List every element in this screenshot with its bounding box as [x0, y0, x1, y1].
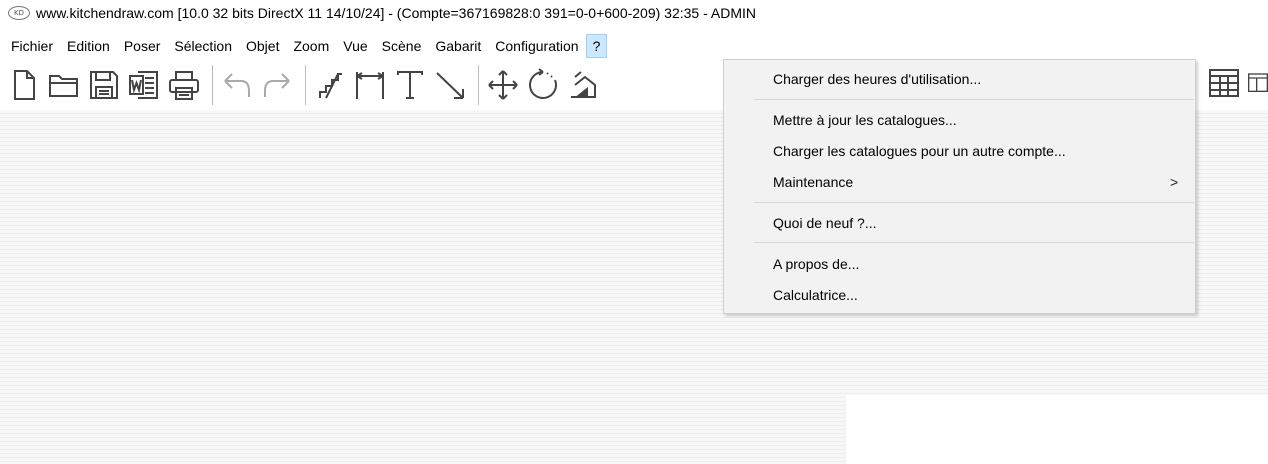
- panel-icon[interactable]: [1246, 62, 1268, 102]
- menu-item-maintenance[interactable]: Maintenance: [773, 174, 853, 190]
- menu-item-update-catalogs[interactable]: Mettre à jour les catalogues...: [773, 112, 957, 128]
- help-dropdown-menu: Charger des heures d'utilisation... Mett…: [723, 59, 1196, 314]
- redo-icon[interactable]: [259, 65, 295, 105]
- menu-selection[interactable]: Sélection: [167, 34, 239, 58]
- text-icon[interactable]: [392, 65, 428, 105]
- toolbar-separator: [212, 65, 213, 105]
- toolbar-separator: [478, 65, 479, 105]
- save-icon[interactable]: [86, 65, 122, 105]
- menu-edition[interactable]: Edition: [60, 34, 117, 58]
- menu-item-load-usage-hours[interactable]: Charger des heures d'utilisation...: [773, 71, 981, 87]
- menu-help[interactable]: ?: [585, 34, 608, 58]
- menu-fichier[interactable]: Fichier: [4, 34, 60, 58]
- menu-poser[interactable]: Poser: [117, 34, 168, 58]
- move-icon[interactable]: [485, 65, 521, 105]
- elevation-icon[interactable]: [565, 65, 601, 105]
- toolbar-separator: [305, 65, 306, 105]
- stairs-icon[interactable]: [312, 65, 348, 105]
- menu-separator: [754, 99, 1194, 100]
- right-toolbar: [1206, 62, 1268, 102]
- menu-vue[interactable]: Vue: [336, 34, 374, 58]
- menu-item-about[interactable]: A propos de...: [773, 256, 859, 272]
- menu-separator: [754, 202, 1194, 203]
- menu-gabarit[interactable]: Gabarit: [428, 34, 488, 58]
- window-title: www.kitchendraw.com [10.0 32 bits Direct…: [36, 5, 756, 21]
- canvas-blank-region: [846, 395, 1268, 464]
- menu-objet[interactable]: Objet: [239, 34, 286, 58]
- menu-configuration[interactable]: Configuration: [488, 34, 585, 58]
- dimension-icon[interactable]: [352, 65, 388, 105]
- line-icon[interactable]: [432, 65, 468, 105]
- print-icon[interactable]: [166, 65, 202, 105]
- menu-scene[interactable]: Scène: [375, 34, 429, 58]
- menu-bar: Fichier Edition Poser Sélection Objet Zo…: [0, 33, 608, 59]
- undo-icon[interactable]: [219, 65, 255, 105]
- menu-item-load-catalogs-other-account[interactable]: Charger les catalogues pour un autre com…: [773, 143, 1066, 159]
- table-grid-icon[interactable]: [1206, 62, 1242, 102]
- rotate-icon[interactable]: [525, 65, 561, 105]
- title-bar: KD www.kitchendraw.com [10.0 32 bits Dir…: [0, 0, 1268, 26]
- menu-item-calculator[interactable]: Calculatrice...: [773, 287, 858, 303]
- open-folder-icon[interactable]: [46, 65, 82, 105]
- app-logo-icon: KD: [8, 6, 30, 20]
- menu-separator: [754, 242, 1194, 243]
- menu-zoom[interactable]: Zoom: [286, 34, 336, 58]
- new-document-icon[interactable]: [6, 65, 42, 105]
- menu-item-whats-new[interactable]: Quoi de neuf ?...: [773, 215, 877, 231]
- word-export-icon[interactable]: [126, 65, 162, 105]
- chevron-right-icon: >: [1170, 174, 1179, 190]
